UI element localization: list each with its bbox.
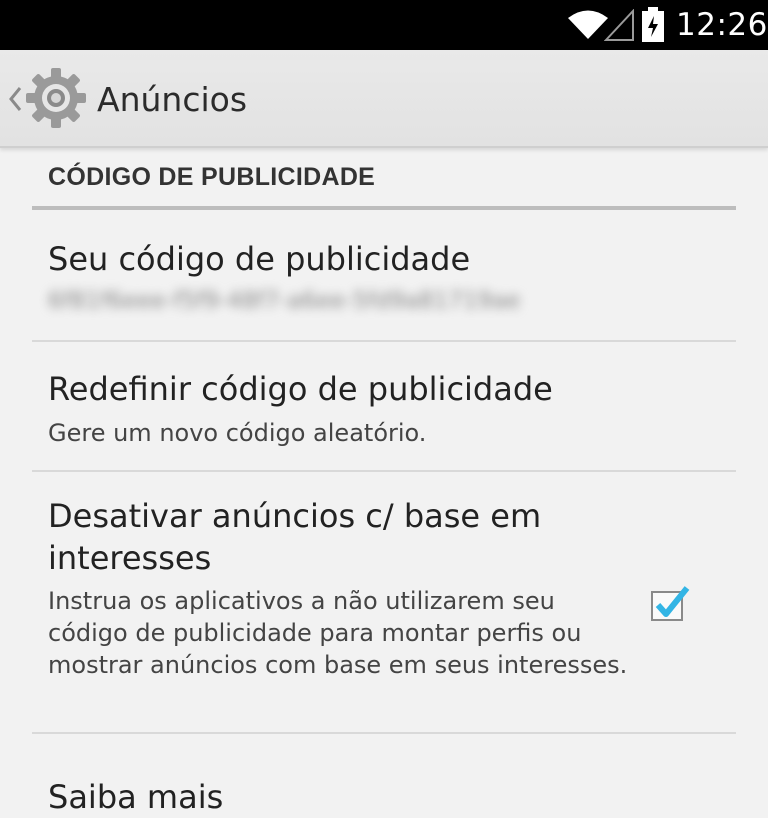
section-header: CÓDIGO DE PUBLICIDADE bbox=[48, 163, 376, 191]
ad-id-value: 6f81f6eee-f5f9-48f7-a6ee-5fd9a81719ae bbox=[48, 288, 521, 314]
list-divider bbox=[32, 340, 736, 342]
opt-out-title[interactable]: Desativar anúncios c/ base em interesses bbox=[48, 495, 638, 579]
action-bar: Anúncios bbox=[0, 50, 768, 148]
status-bar: 12:26 bbox=[0, 0, 768, 50]
ad-id-title[interactable]: Seu código de publicidade bbox=[48, 238, 638, 280]
battery-icon bbox=[642, 7, 664, 42]
opt-out-checkbox[interactable] bbox=[650, 586, 690, 622]
list-divider bbox=[32, 732, 736, 734]
signal-icon bbox=[604, 9, 634, 41]
list-divider bbox=[32, 470, 736, 472]
reset-ad-id-title[interactable]: Redefinir código de publicidade bbox=[48, 368, 638, 410]
reset-ad-id-summary: Gere um novo código aleatório. bbox=[48, 419, 427, 447]
section-divider bbox=[32, 206, 736, 210]
opt-out-summary: Instrua os aplicativos a não utilizarem … bbox=[48, 587, 628, 679]
learn-more-title[interactable]: Saiba mais bbox=[48, 776, 638, 818]
back-chevron-icon[interactable] bbox=[8, 86, 22, 112]
settings-gear-icon[interactable] bbox=[24, 66, 88, 130]
page-title: Anúncios bbox=[97, 80, 248, 119]
clock: 12:26 bbox=[676, 7, 768, 43]
